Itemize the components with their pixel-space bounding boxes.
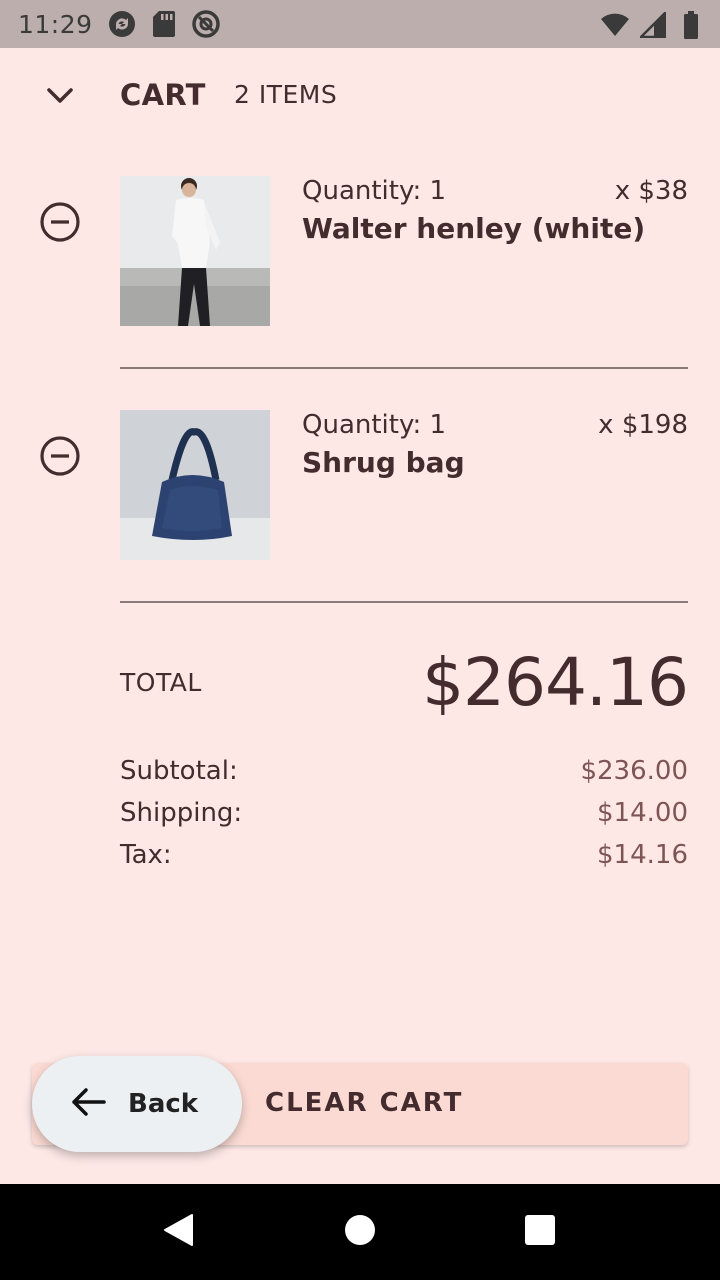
tax-value: $14.16 [597,840,688,870]
divider [120,367,688,369]
subtotal-value: $236.00 [580,756,688,786]
item-name: Walter henley (white) [302,212,646,245]
status-icons-right [600,10,706,40]
remove-item-button[interactable] [36,434,84,482]
cart-item: Quantity: 1 x $38 Walter henley (white) [0,176,720,410]
at-sign-icon [191,9,221,39]
subtotal-label: Subtotal: [120,756,238,786]
remove-item-button[interactable] [36,200,84,248]
item-quantity: Quantity: 1 [302,410,447,440]
back-button[interactable]: Back [32,1056,242,1152]
sync-icon [107,9,137,39]
nav-recents-button[interactable] [508,1200,572,1264]
triangle-back-icon [162,1213,194,1251]
clear-cart-label: CLEAR CART [265,1088,464,1118]
cart-item-count: 2 ITEMS [234,80,338,109]
tax-label: Tax: [120,840,172,870]
shipping-label: Shipping: [120,798,243,828]
product-image [120,410,270,560]
total-value: $264.16 [422,644,689,721]
tax-row: Tax: $14.16 [120,840,688,876]
divider [120,601,688,603]
status-time: 11:29 [18,9,93,39]
wifi-icon [600,10,630,40]
arrow-left-icon [70,1087,106,1121]
product-image [120,176,270,326]
nav-home-button[interactable] [328,1200,392,1264]
square-recents-icon [525,1215,555,1249]
nav-back-button[interactable] [146,1200,210,1264]
minus-circle-icon [39,435,81,481]
cart-header: CART 2 ITEMS [0,48,720,144]
shipping-row: Shipping: $14.00 [120,798,688,834]
collapse-cart-button[interactable] [36,74,84,122]
battery-icon [676,10,706,40]
circle-home-icon [344,1214,376,1250]
cart-item: Quantity: 1 x $198 Shrug bag [0,410,720,644]
sd-card-icon [149,9,179,39]
signal-icon [638,10,668,40]
total-label: TOTAL [120,668,202,697]
item-price: x $198 [598,410,688,440]
item-quantity: Quantity: 1 [302,176,447,206]
chevron-down-icon [46,87,74,109]
cart-title: CART [120,78,206,112]
shipping-value: $14.00 [597,798,688,828]
status-bar: 11:29 [0,0,720,48]
system-nav-bar [0,1184,720,1280]
back-label: Back [128,1089,199,1119]
status-icons-left [107,9,221,39]
minus-circle-icon [39,201,81,247]
item-name: Shrug bag [302,446,465,479]
item-price: x $38 [614,176,688,206]
subtotal-row: Subtotal: $236.00 [120,756,688,792]
